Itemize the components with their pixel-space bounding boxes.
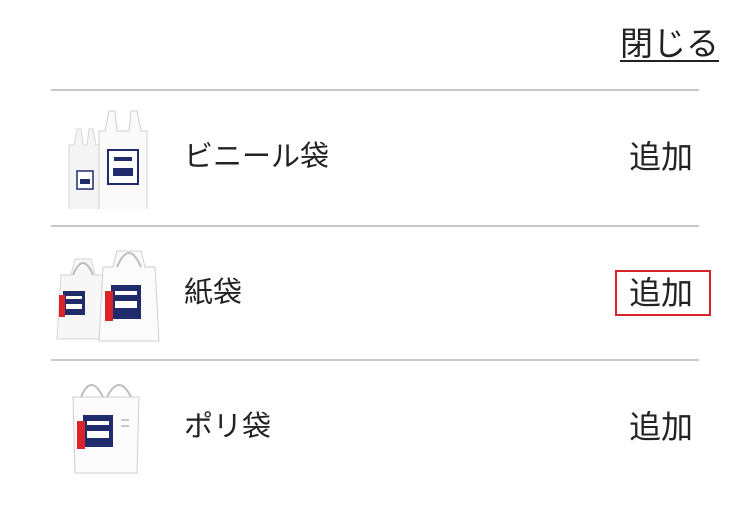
poly-bag-icon [51,375,161,479]
close-link[interactable]: 閉じる [620,24,719,64]
item-label-plastic-bag: ビニール袋 [184,139,330,173]
list-item-paper-bag: 紙袋 追加 [51,227,699,359]
list-item-poly-bag: ポリ袋 追加 [51,361,699,493]
plastic-bag-icon [51,105,161,209]
add-button-plastic-bag[interactable]: 追加 [629,138,693,176]
add-button-poly-bag[interactable]: 追加 [629,408,693,446]
item-label-paper-bag: 紙袋 [184,275,243,309]
list-item-plastic-bag: ビニール袋 追加 [51,91,699,223]
highlight-box [615,270,711,316]
paper-bag-icon [51,241,161,345]
item-label-poly-bag: ポリ袋 [184,409,272,443]
